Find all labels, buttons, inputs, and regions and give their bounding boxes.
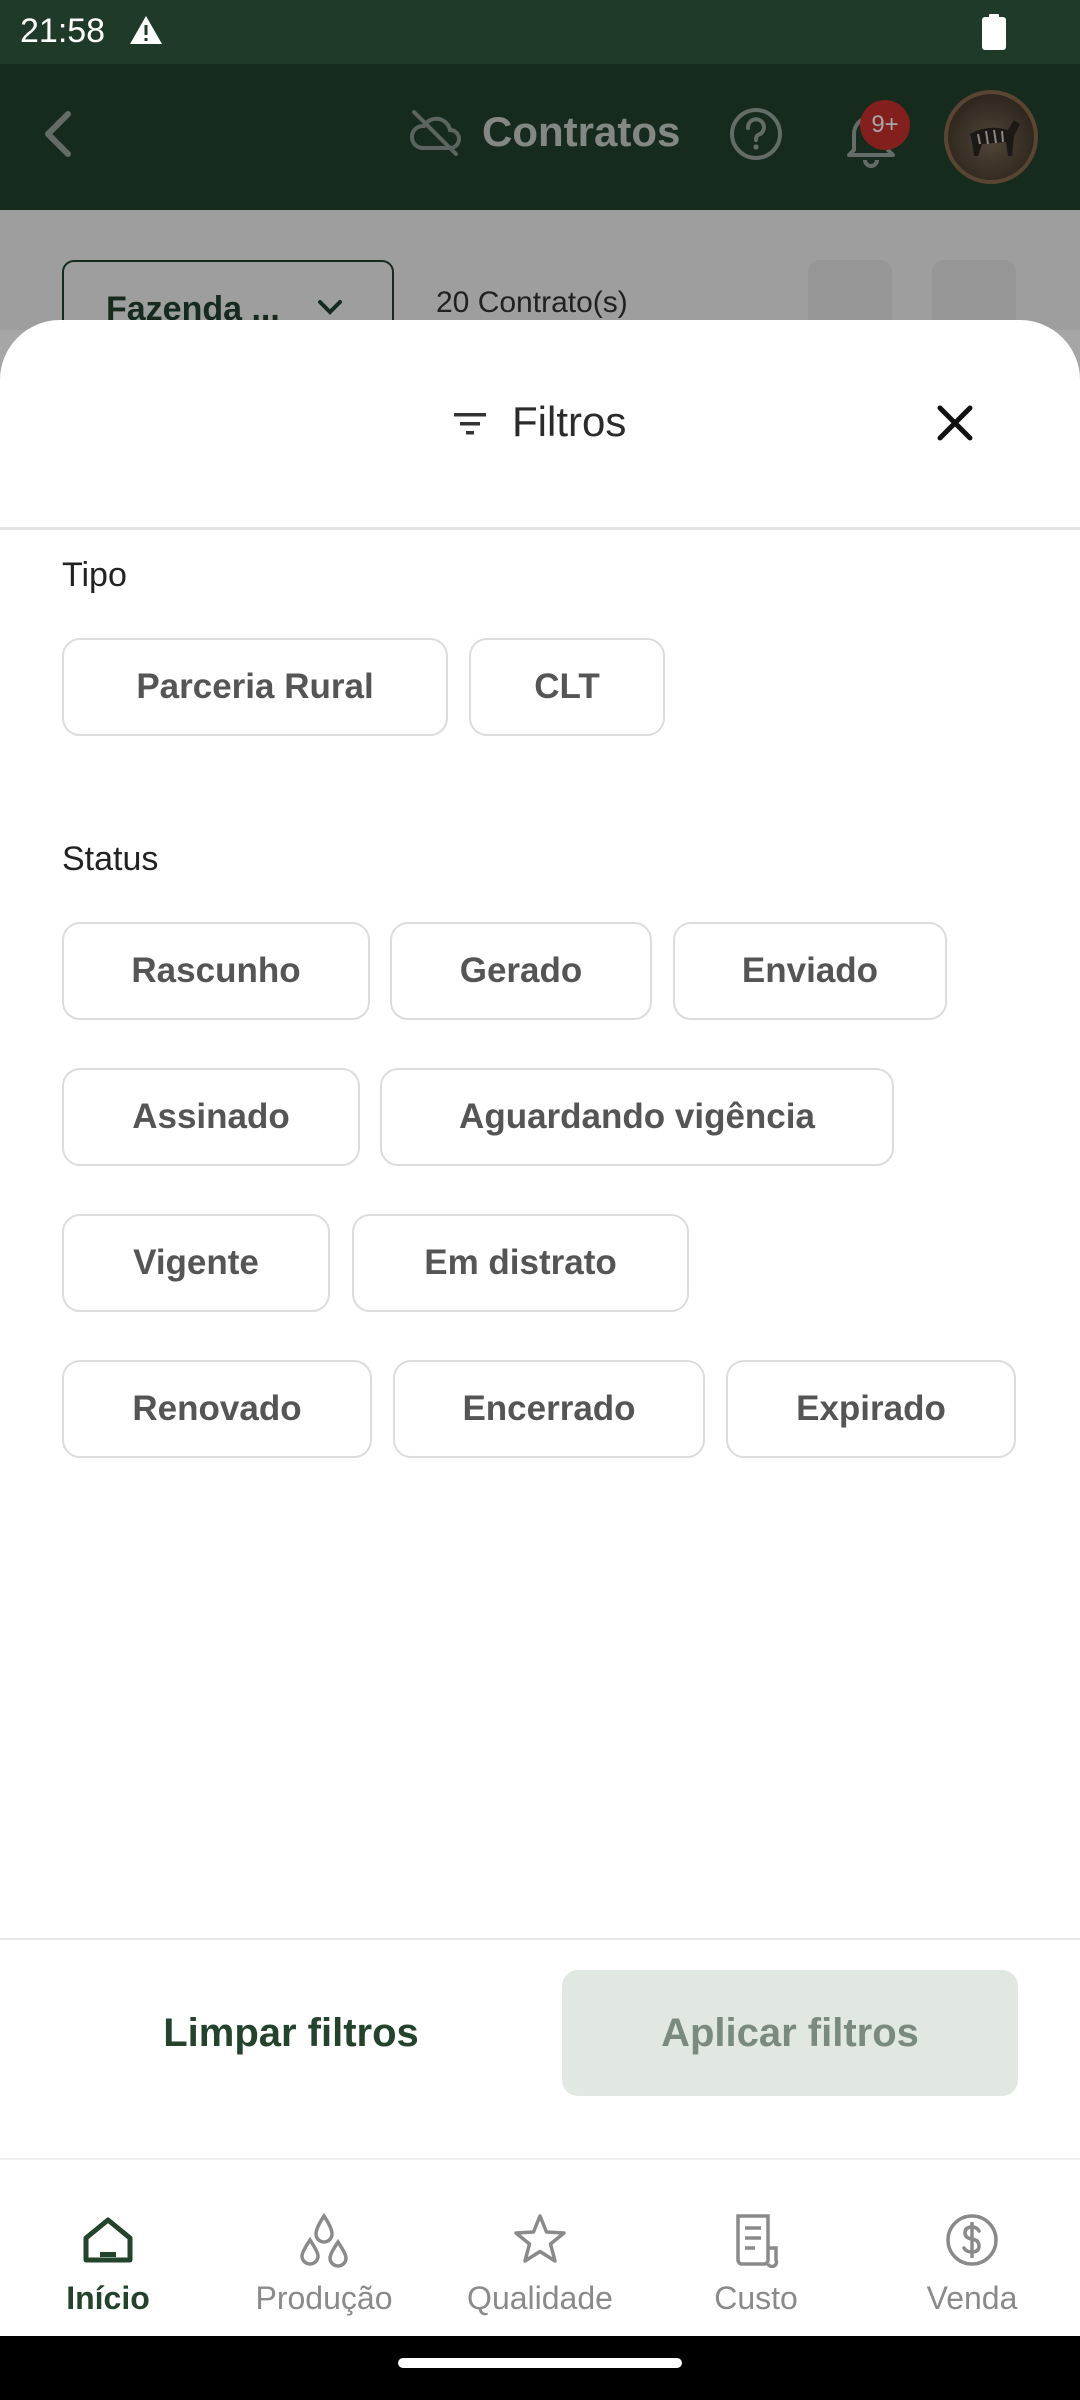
sheet-header: Filtros [0, 320, 1080, 530]
chip-expirado[interactable]: Expirado [726, 1360, 1016, 1458]
status-time: 21:58 [20, 12, 106, 50]
drops-icon [300, 2212, 348, 2268]
receipt-icon [736, 2214, 779, 2268]
home-icon [83, 2217, 133, 2263]
chip-rascunho[interactable]: Rascunho [62, 922, 370, 1020]
nav-label-venda: Venda [926, 2280, 1018, 2316]
chip-assinado[interactable]: Assinado [62, 1068, 360, 1166]
chip-enviado[interactable]: Enviado [673, 922, 947, 1020]
apply-filters-button[interactable]: Aplicar filtros [562, 1970, 1018, 2096]
warning-icon [130, 16, 162, 44]
sheet-title: Filtros [512, 398, 627, 445]
nav-item-custo[interactable]: Custo [648, 2160, 864, 2338]
tipo-label: Tipo [62, 556, 127, 594]
system-gesture-bar [0, 2336, 1080, 2400]
home-gesture-handle[interactable] [398, 2358, 682, 2368]
nav-label-qualidade: Qualidade [467, 2280, 613, 2316]
dollar-circle-icon [946, 2214, 998, 2266]
chip-gerado[interactable]: Gerado [390, 922, 652, 1020]
status-label: Status [62, 840, 159, 878]
chip-em-distrato[interactable]: Em distrato [352, 1214, 689, 1312]
clear-filters-button[interactable]: Limpar filtros [62, 1970, 520, 2096]
status-bar: 21:58 [0, 0, 1080, 64]
close-icon[interactable] [932, 400, 978, 446]
chip-encerrado[interactable]: Encerrado [393, 1360, 705, 1458]
chip-aguardando-vigencia[interactable]: Aguardando vigência [380, 1068, 894, 1166]
filters-sheet: Filtros Tipo Parceria Rural CLT Status R… [0, 320, 1080, 2158]
nav-label-custo: Custo [714, 2280, 798, 2316]
nav-label-inicio: Início [66, 2280, 150, 2316]
nav-label-producao: Produção [255, 2280, 393, 2316]
chip-parceria-rural[interactable]: Parceria Rural [62, 638, 448, 736]
sheet-footer: Limpar filtros Aplicar filtros [0, 1938, 1080, 2158]
bottom-navigation: Início Produção Qualidade Custo Venda [0, 2158, 1080, 2336]
star-icon [514, 2214, 566, 2263]
chip-clt[interactable]: CLT [469, 638, 665, 736]
nav-item-inicio[interactable]: Início [0, 2160, 216, 2338]
nav-item-venda[interactable]: Venda [864, 2160, 1080, 2338]
nav-item-producao[interactable]: Produção [216, 2160, 432, 2338]
chip-renovado[interactable]: Renovado [62, 1360, 372, 1458]
filter-icon [454, 413, 486, 435]
battery-icon [982, 14, 1006, 50]
nav-item-qualidade[interactable]: Qualidade [432, 2160, 648, 2338]
chip-vigente[interactable]: Vigente [62, 1214, 330, 1312]
